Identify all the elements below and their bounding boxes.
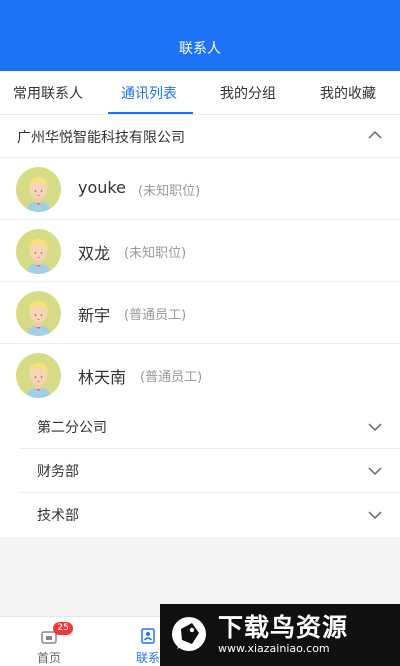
- person-icon: [26, 177, 51, 212]
- avatar: [16, 353, 61, 398]
- contacts-icon: [141, 628, 155, 644]
- watermark-url: www.xiazainiao.com: [218, 642, 330, 655]
- contact-role: (未知职位): [138, 184, 201, 199]
- chevron-down-icon: [368, 467, 382, 476]
- chevron-down-icon: [368, 423, 382, 432]
- contact-role: (未知职位): [124, 246, 187, 261]
- nav-home[interactable]: 25 首页: [19, 617, 79, 666]
- avatar: [16, 291, 61, 336]
- contact-name: 林天南: [78, 368, 127, 387]
- tab-contact-list[interactable]: 通讯列表: [121, 83, 177, 103]
- company-header[interactable]: 广州华悦智能科技有限公司: [0, 115, 400, 158]
- contact-item[interactable]: youke (未知职位): [0, 158, 400, 220]
- department-name: 财务部: [37, 464, 79, 480]
- avatar: [16, 167, 61, 212]
- page-title: 联系人: [179, 41, 221, 57]
- department-item[interactable]: 技术部: [20, 493, 400, 537]
- chevron-down-icon: [368, 511, 382, 520]
- bird-logo-icon: [172, 617, 206, 651]
- contact-name: 双龙: [78, 244, 111, 263]
- avatar: [16, 229, 61, 274]
- chevron-up-icon: [368, 130, 382, 139]
- tab-my-favorites[interactable]: 我的收藏: [320, 83, 376, 103]
- contact-name: 新宇: [78, 306, 111, 325]
- department-name: 第二分公司: [37, 420, 107, 436]
- watermark-text: 下载鸟资源: [218, 613, 349, 642]
- notification-badge: 25: [53, 622, 73, 635]
- nav-label: 首页: [36, 651, 61, 665]
- contact-name: youke: [78, 178, 126, 197]
- person-icon: [26, 363, 51, 398]
- person-icon: [26, 239, 51, 274]
- department-list: 第二分公司 财务部 技术部: [0, 405, 400, 537]
- watermark: 下载鸟资源 www.xiazainiao.com: [160, 604, 400, 666]
- contact-role: (普通员工): [124, 308, 187, 323]
- contact-role: (普通员工): [140, 370, 203, 385]
- contact-item[interactable]: 林天南 (普通员工): [0, 344, 400, 406]
- contact-item[interactable]: 新宇 (普通员工): [0, 282, 400, 344]
- tab-frequent-contacts[interactable]: 常用联系人: [13, 83, 83, 103]
- person-icon: [26, 301, 51, 336]
- tab-bar: 常用联系人 通讯列表 我的分组 我的收藏: [0, 71, 400, 115]
- department-name: 技术部: [37, 508, 79, 524]
- tab-my-groups[interactable]: 我的分组: [220, 83, 276, 103]
- company-name: 广州华悦智能科技有限公司: [17, 130, 185, 146]
- contact-list: youke (未知职位) 双龙 (未知职位) 新宇 (普通员工) 林天南 (普通…: [0, 158, 400, 406]
- app-header: 联系人: [0, 0, 400, 71]
- department-item[interactable]: 第二分公司: [20, 405, 400, 449]
- contact-item[interactable]: 双龙 (未知职位): [0, 220, 400, 282]
- department-item[interactable]: 财务部: [20, 449, 400, 493]
